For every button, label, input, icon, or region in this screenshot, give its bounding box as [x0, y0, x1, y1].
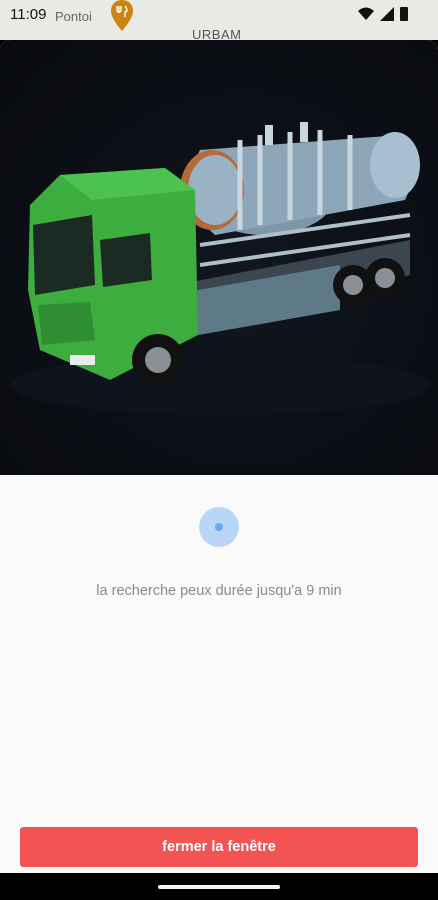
navigation-bar [0, 873, 438, 900]
status-icons [358, 7, 408, 21]
signal-icon [380, 7, 394, 21]
truck-illustration [10, 122, 430, 415]
truck-image [0, 40, 438, 475]
loading-modal: la recherche peux durée jusqu'a 9 min fe… [0, 40, 438, 873]
status-time: 11:09 [10, 6, 47, 23]
battery-icon [400, 7, 408, 21]
restaurant-pin-icon [111, 0, 133, 31]
close-window-button[interactable]: fermer la fenêtre [20, 827, 418, 867]
home-indicator[interactable] [158, 885, 280, 889]
loading-message: la recherche peux durée jusqu'a 9 min [96, 583, 342, 599]
status-bar: Pontoi 11:09 URBAM [0, 0, 438, 42]
map-label-pontoi: Pontoi [55, 9, 92, 24]
wifi-icon [358, 7, 374, 20]
modal-content: la recherche peux durée jusqu'a 9 min fe… [0, 475, 438, 873]
loading-spinner [199, 507, 239, 547]
loading-dot [215, 523, 223, 531]
